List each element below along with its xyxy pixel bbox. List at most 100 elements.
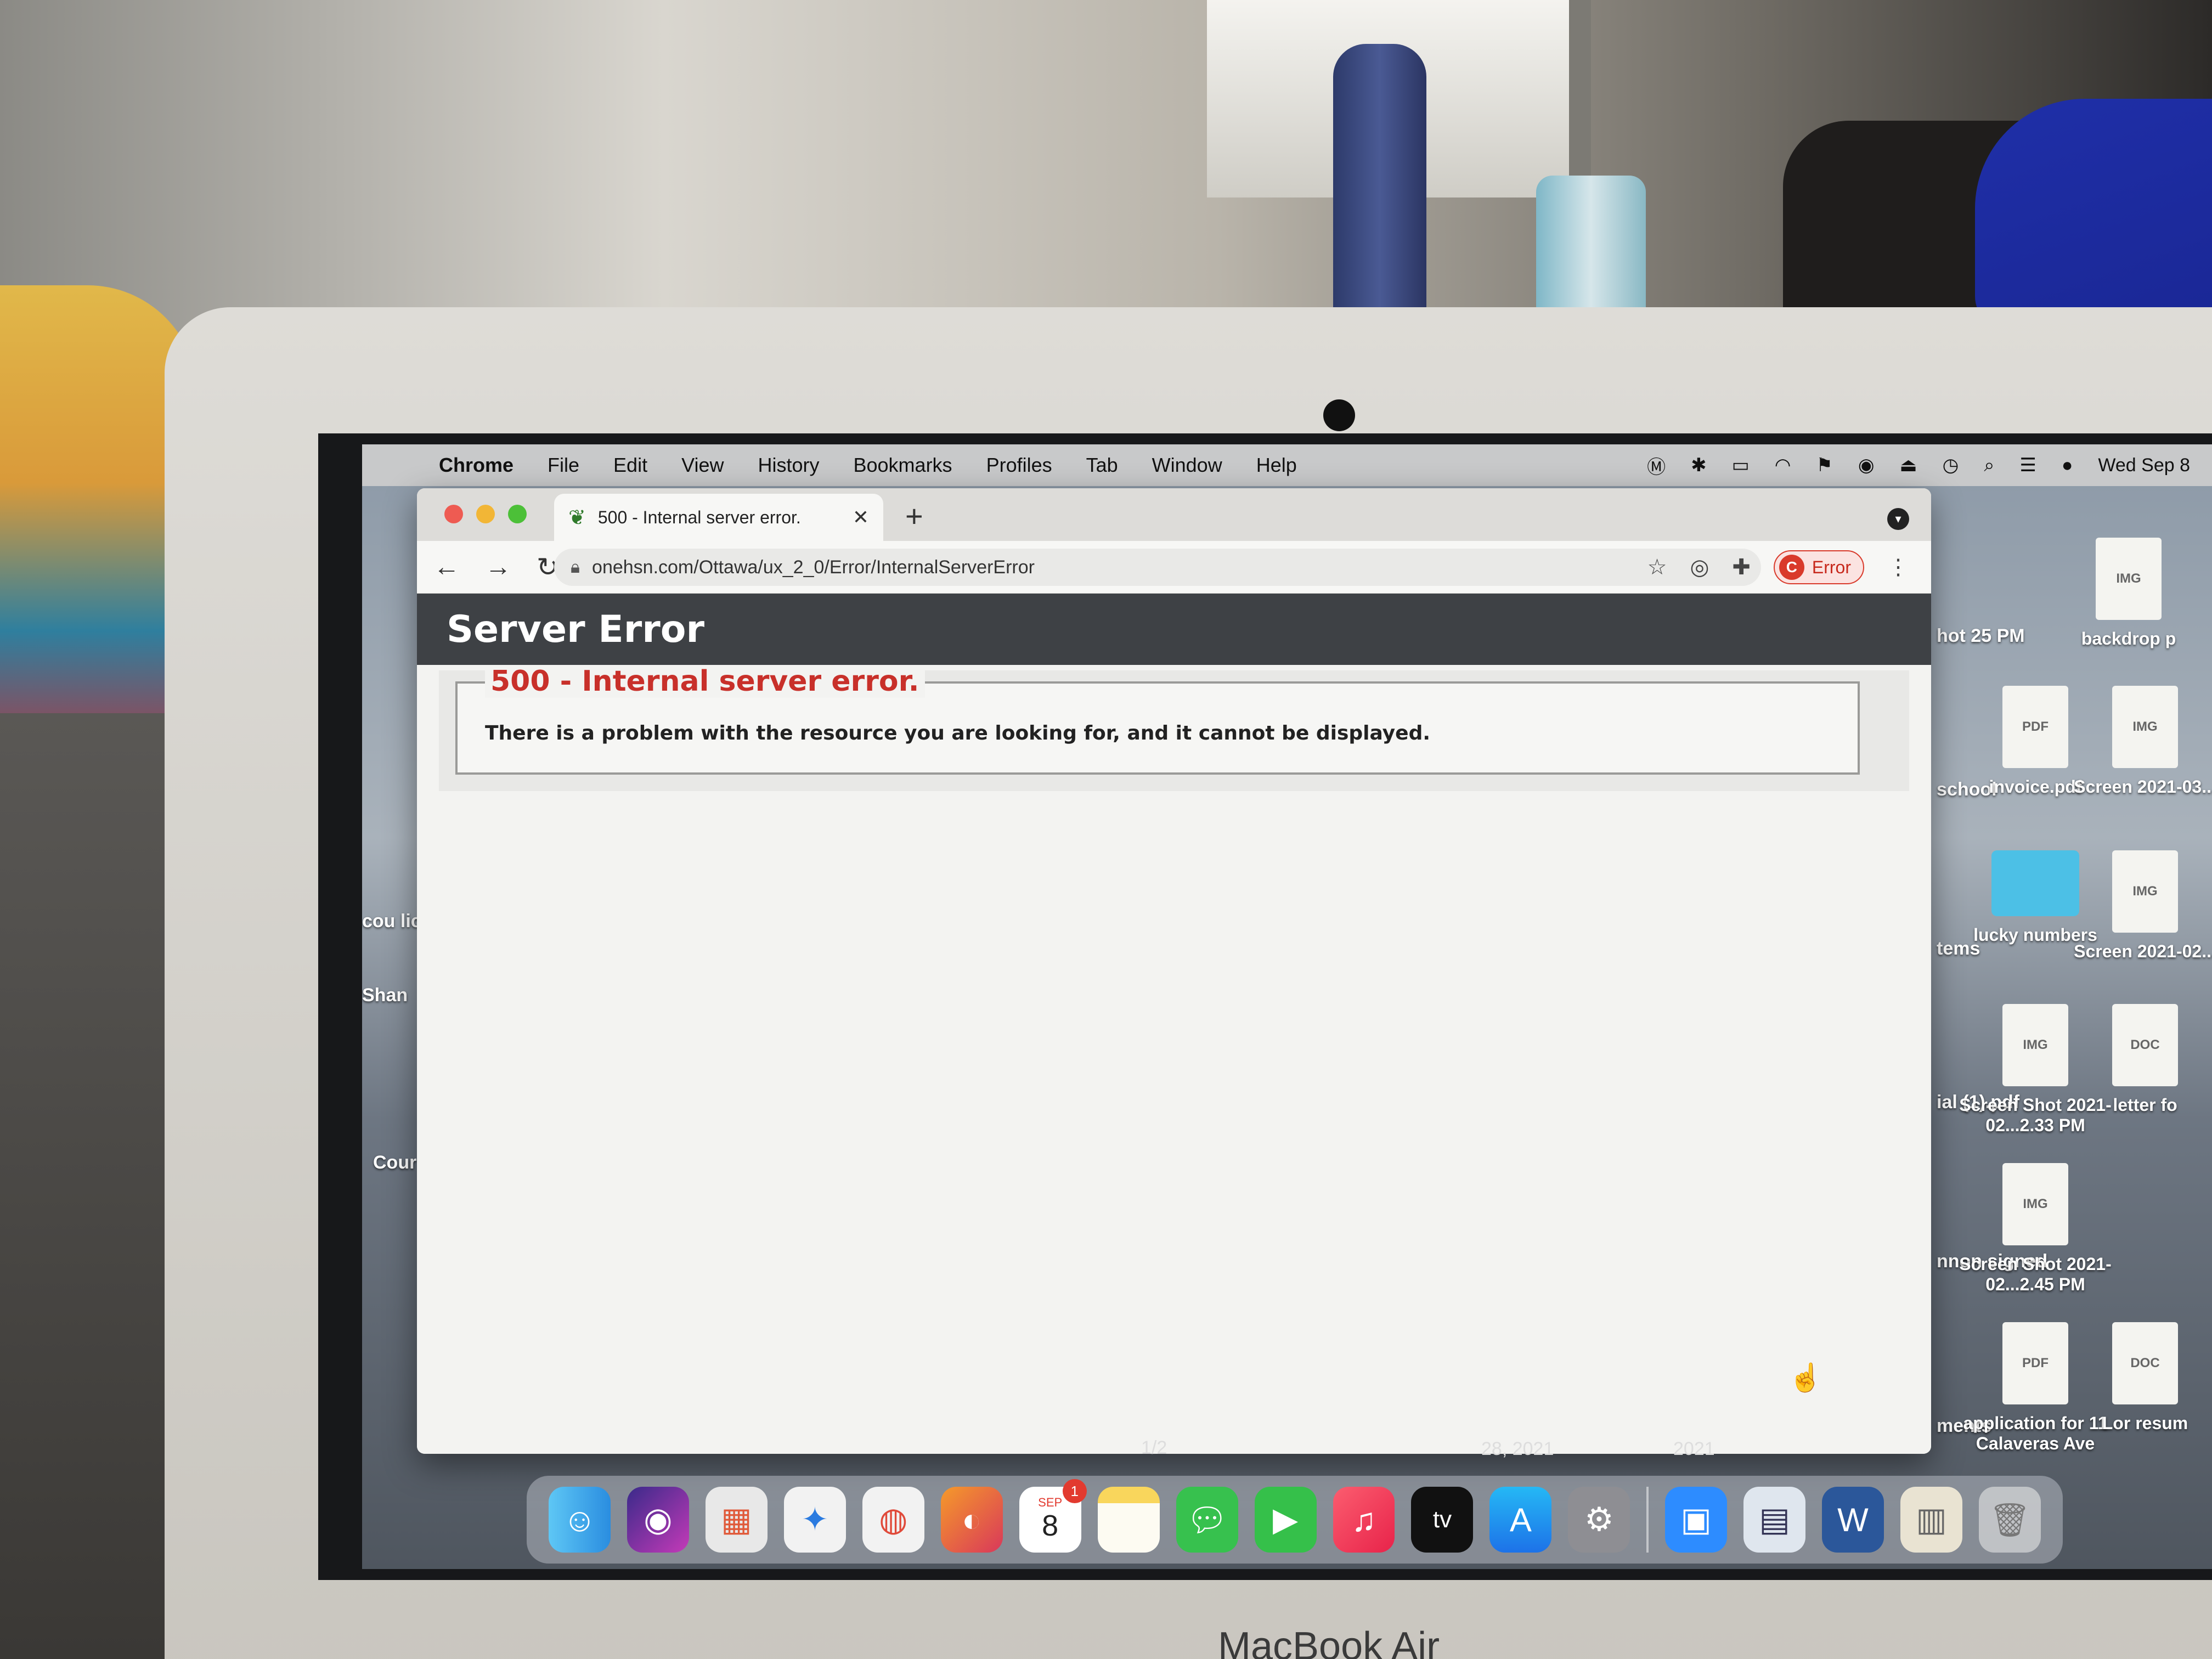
close-window-button[interactable]	[444, 505, 463, 523]
web-page: Server Error 500 - Internal server error…	[417, 594, 1931, 1454]
profile-error-label: Error	[1812, 557, 1851, 577]
menu-history[interactable]: History	[758, 454, 819, 477]
laptop-brand: MacBook Air	[1218, 1624, 1440, 1659]
address-bar[interactable]: 🔒︎ onehsn.com/Ottawa/ux_2_0/Error/Intern…	[554, 549, 1761, 586]
tab-title: 500 - Internal server error.	[597, 507, 801, 527]
user-icon[interactable]: ◉	[1858, 454, 1875, 476]
time-machine-icon[interactable]: ◷	[1943, 454, 1959, 476]
tv-label: tv	[1432, 1506, 1452, 1533]
chrome-window: ❦ 500 - Internal server error. ✕ + ▾ ← →…	[417, 488, 1931, 1454]
webcam	[1323, 399, 1355, 431]
documents-stack-icon[interactable]: ▥	[1900, 1487, 1962, 1553]
word-icon[interactable]: W	[1822, 1487, 1884, 1553]
error-box: 500 - Internal server error. There is a …	[455, 665, 1860, 775]
battery-icon[interactable]: ▭	[1732, 454, 1750, 476]
messages-icon[interactable]: 💬︎	[1176, 1487, 1238, 1553]
bookmark-star-icon[interactable]: ☆	[1647, 555, 1667, 580]
desktop-label-left[interactable]: cou lic	[362, 911, 421, 932]
close-tab-icon[interactable]: ✕	[853, 506, 869, 529]
wifi-icon[interactable]: ◠	[1775, 454, 1791, 476]
eject-icon[interactable]: ⏏	[1900, 454, 1917, 476]
menu-bookmarks[interactable]: Bookmarks	[854, 454, 952, 477]
back-icon[interactable]: ←	[433, 552, 460, 582]
more-menu-icon[interactable]: ⋮	[1887, 555, 1909, 580]
preview-icon[interactable]: ▤	[1743, 1487, 1806, 1553]
flag-icon[interactable]: ⚑	[1816, 454, 1832, 476]
new-tab-button[interactable]: +	[905, 498, 923, 534]
zoom-window-button[interactable]	[508, 505, 527, 523]
toolbar-icons: ☆ ◎ ✚ C Error ⋮	[1647, 545, 1909, 589]
menu-help[interactable]: Help	[1256, 454, 1297, 477]
calendar-day: 8	[1042, 1509, 1059, 1542]
error-description: There is a problem with the resource you…	[485, 722, 1431, 744]
zoom-icon[interactable]: ▣	[1665, 1487, 1728, 1553]
puzzle-extensions-icon[interactable]: ✚	[1732, 555, 1751, 580]
desktop-file-icon[interactable]: IMG Screen Shot 2021-02...2.45 PM	[1953, 1163, 2118, 1295]
menubar-clock[interactable]: Wed Sep 8	[2098, 455, 2190, 476]
desktop-date-label: 28, 2021	[1481, 1438, 1554, 1459]
firefox-icon[interactable]: ◐	[940, 1487, 1003, 1553]
desktop-file-label: Screen Shot 2021-02...2.45 PM	[1959, 1254, 2112, 1294]
music-icon[interactable]: ♫	[1333, 1487, 1395, 1553]
dock: ☺ ◉ ▦ ✦ ◍ ◐ SEP 8 1 💬︎ ▶ ♫ tv A ⚙ ▣ ▤ W …	[527, 1476, 2063, 1564]
control-center-icon[interactable]: ☰	[2019, 454, 2036, 476]
desktop-file-icon[interactable]: IMG Screen 2021-03...	[2063, 686, 2212, 797]
menu-file[interactable]: File	[548, 454, 579, 477]
chrome-icon[interactable]: ◍	[862, 1487, 924, 1553]
desktop-file-icon[interactable]: DOC letter fo	[2063, 1004, 2212, 1115]
lock-icon[interactable]: 🔒︎	[571, 557, 580, 578]
status-area: Ⓜ ✱ ▭ ◠ ⚑ ◉ ⏏ ◷ ⌕ ☰ ● Wed Sep 8	[1647, 444, 2190, 486]
calendar-badge: 1	[1062, 1479, 1087, 1503]
spotlight-search-icon[interactable]: ⌕	[1984, 455, 1994, 476]
desktop-label-partial[interactable]: hot 25 PM	[1937, 625, 2025, 647]
menu-view[interactable]: View	[681, 454, 724, 477]
desktop-label-left[interactable]: Cour	[373, 1152, 416, 1173]
menu-edit[interactable]: Edit	[613, 454, 647, 477]
page-indicator: 1/2	[1141, 1437, 1167, 1458]
image-file-icon: IMG	[2112, 850, 2178, 933]
page-header: Server Error	[417, 594, 1931, 665]
doc-file-icon: DOC	[2112, 1004, 2178, 1086]
app-store-icon[interactable]: A	[1489, 1487, 1552, 1553]
hand-cursor-icon: ☝	[1788, 1362, 1823, 1393]
water-bottle	[1333, 44, 1426, 329]
desktop-label-left[interactable]: Shan	[362, 985, 408, 1006]
tab-search-icon[interactable]: ▾	[1887, 508, 1909, 530]
siri-icon[interactable]: ●	[2062, 455, 2073, 476]
desktop-date-label: 2021	[1673, 1438, 1715, 1459]
url-text: onehsn.com/Ottawa/ux_2_0/Error/InternalS…	[592, 556, 1035, 578]
minimize-window-button[interactable]	[476, 505, 495, 523]
menu-chrome[interactable]: Chrome	[439, 454, 514, 477]
tab-active[interactable]: ❦ 500 - Internal server error. ✕	[554, 494, 883, 541]
menu-tab[interactable]: Tab	[1086, 454, 1118, 477]
menu-window[interactable]: Window	[1152, 454, 1222, 477]
notes-icon[interactable]	[1097, 1487, 1160, 1553]
launchpad-icon[interactable]: ▦	[705, 1487, 768, 1553]
dock-divider	[1646, 1487, 1649, 1553]
extension-icon[interactable]: ◎	[1690, 555, 1709, 580]
desktop-file-icon[interactable]: IMG Screen 2021-02...	[2063, 850, 2212, 962]
finder-icon[interactable]: ☺	[549, 1487, 611, 1553]
image-file-icon: IMG	[2112, 686, 2178, 768]
menu-bar: Chrome File Edit View History Bookmarks …	[362, 444, 2212, 486]
pdf-file-icon: PDF	[2002, 1322, 2068, 1404]
profile-error-chip[interactable]: C Error	[1773, 550, 1864, 584]
menu-profiles[interactable]: Profiles	[986, 454, 1052, 477]
malwarebytes-icon[interactable]: Ⓜ	[1647, 452, 1666, 479]
facetime-icon[interactable]: ▶	[1254, 1487, 1317, 1553]
forward-icon[interactable]: →	[485, 552, 511, 582]
trash-icon[interactable]: 🗑︎	[1978, 1487, 2041, 1553]
image-file-icon: IMG	[2002, 1163, 2068, 1245]
calendar-icon[interactable]: SEP 8 1	[1019, 1479, 1087, 1553]
favicon-icon: ❦	[568, 506, 586, 529]
page-title: Server Error	[447, 607, 705, 651]
siri-icon[interactable]: ◉	[627, 1487, 689, 1553]
bluetooth-off-icon[interactable]: ✱	[1691, 454, 1707, 476]
desktop-file-icon[interactable]: IMG backdrop p	[2046, 538, 2211, 649]
desktop-file-label: letter fo	[2113, 1095, 2177, 1115]
desktop-file-icon[interactable]: DOC Lor resum	[2063, 1322, 2212, 1434]
apple-tv-icon[interactable]: tv	[1411, 1487, 1474, 1553]
system-preferences-icon[interactable]: ⚙	[1568, 1487, 1630, 1553]
desktop-file-label: Lor resum	[2102, 1413, 2188, 1433]
safari-icon[interactable]: ✦	[783, 1487, 846, 1553]
